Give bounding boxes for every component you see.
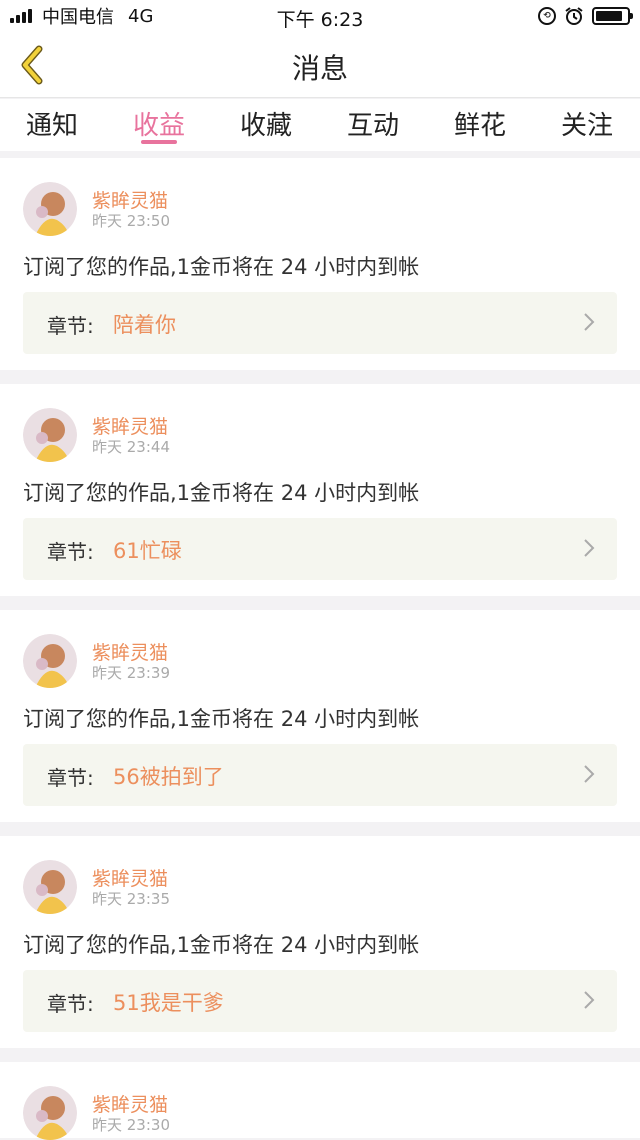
tab-interactions[interactable]: 互动 (345, 105, 401, 142)
avatar[interactable] (23, 1086, 77, 1140)
list-item[interactable]: 紫眸灵猫 昨天 23:35 订阅了您的作品,1金币将在 24 小时内到帐 章节:… (0, 836, 640, 1048)
user-name[interactable]: 紫眸灵猫 (92, 638, 168, 665)
tab-bar: 通知 收益 收藏 互动 鲜花 关注 (0, 99, 640, 151)
tab-favorites[interactable]: 收藏 (238, 105, 294, 142)
chevron-right-icon (584, 539, 595, 557)
message-time: 昨天 23:39 (92, 664, 170, 682)
user-name[interactable]: 紫眸灵猫 (92, 864, 168, 891)
chapter-title: 51我是干爹 (113, 991, 224, 1015)
list-item[interactable]: 紫眸灵猫 昨天 23:39 订阅了您的作品,1金币将在 24 小时内到帐 章节:… (0, 610, 640, 822)
chapter-link[interactable]: 章节: 陪着你 (23, 292, 617, 354)
user-name[interactable]: 紫眸灵猫 (92, 412, 168, 439)
battery-icon (592, 7, 633, 25)
chapter-label: 章节: (47, 992, 94, 1016)
message-time: 昨天 23:35 (92, 890, 170, 908)
message-time: 昨天 23:30 (92, 1116, 170, 1134)
navigation-bar: 消息 (0, 32, 640, 98)
message-time: 昨天 23:44 (92, 438, 170, 456)
message-text: 订阅了您的作品,1金币将在 24 小时内到帐 (23, 707, 420, 731)
list-item[interactable]: 紫眸灵猫 昨天 23:30 (0, 1062, 640, 1140)
avatar[interactable] (23, 634, 77, 688)
page-title: 消息 (291, 52, 348, 85)
user-name[interactable]: 紫眸灵猫 (92, 1090, 168, 1117)
message-text: 订阅了您的作品,1金币将在 24 小时内到帐 (23, 481, 420, 505)
message-time: 昨天 23:50 (92, 212, 170, 230)
chapter-link[interactable]: 章节: 51我是干爹 (23, 970, 617, 1032)
list-item[interactable]: 紫眸灵猫 昨天 23:50 订阅了您的作品,1金币将在 24 小时内到帐 章节:… (0, 158, 640, 370)
avatar[interactable] (23, 182, 77, 236)
chapter-title: 61忙碌 (113, 539, 182, 563)
avatar[interactable] (23, 408, 77, 462)
chapter-label: 章节: (47, 540, 94, 564)
chapter-title: 56被拍到了 (113, 765, 224, 789)
chevron-right-icon (584, 765, 595, 783)
message-text: 订阅了您的作品,1金币将在 24 小时内到帐 (23, 255, 420, 279)
tab-following[interactable]: 关注 (559, 105, 615, 142)
list-item[interactable]: 紫眸灵猫 昨天 23:44 订阅了您的作品,1金币将在 24 小时内到帐 章节:… (0, 384, 640, 596)
tab-earnings[interactable]: 收益 (131, 105, 187, 142)
tab-notifications[interactable]: 通知 (24, 105, 80, 142)
message-text: 订阅了您的作品,1金币将在 24 小时内到帐 (23, 933, 420, 957)
chapter-title: 陪着你 (113, 313, 176, 337)
chapter-label: 章节: (47, 766, 94, 790)
chapter-label: 章节: (47, 314, 94, 338)
chevron-right-icon (584, 313, 595, 331)
status-bar: 中国电信 4G 下午 6:23 ⟲ (0, 0, 640, 32)
chapter-link[interactable]: 章节: 61忙碌 (23, 518, 617, 580)
user-name[interactable]: 紫眸灵猫 (92, 186, 168, 213)
active-tab-indicator (141, 140, 177, 144)
chapter-link[interactable]: 章节: 56被拍到了 (23, 744, 617, 806)
avatar[interactable] (23, 860, 77, 914)
rotation-lock-icon: ⟲ (538, 7, 556, 25)
alarm-icon (565, 7, 583, 25)
chevron-right-icon (584, 991, 595, 1009)
tab-flowers[interactable]: 鲜花 (452, 105, 508, 142)
